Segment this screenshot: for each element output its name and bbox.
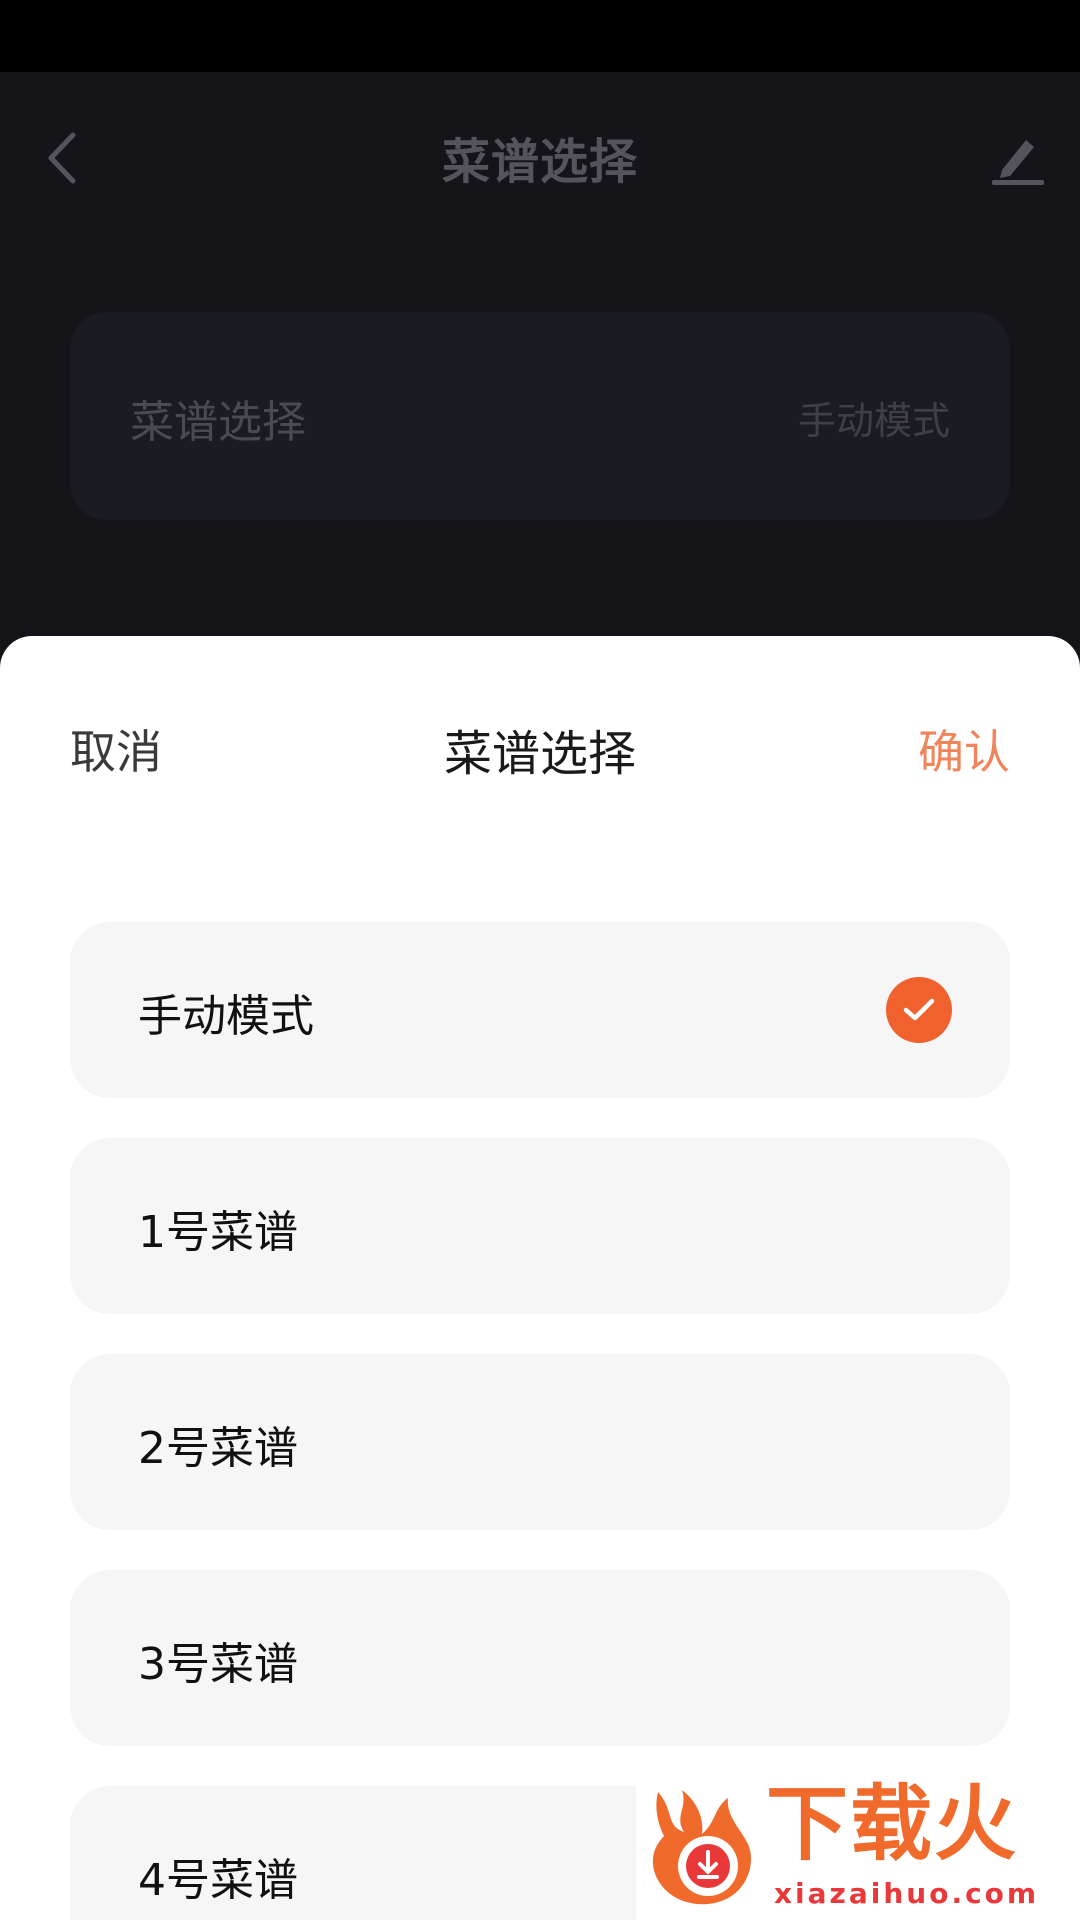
background-page-title: 菜谱选择 [441, 134, 638, 190]
watermark-url: xiazaihuo.com [774, 1877, 1040, 1910]
option-recipe-3[interactable]: 3号菜谱 [70, 1570, 1010, 1746]
sheet-header: 取消 菜谱选择 确认 [0, 636, 1080, 856]
recipe-option-list: 手动模式 1号菜谱 2号菜谱 3号菜谱 4号菜谱 [70, 922, 1010, 1920]
confirm-button[interactable]: 确认 [918, 716, 1010, 782]
checkmark-icon [886, 977, 952, 1043]
option-label: 2号菜谱 [138, 1423, 298, 1474]
background-card-value: 手动模式 [797, 399, 950, 443]
option-label: 1号菜谱 [138, 1207, 298, 1258]
edit-button[interactable] [986, 126, 1050, 190]
status-bar [0, 0, 1080, 72]
screen: 菜谱选择 菜谱选择 手动模式 取消 菜谱选择 确认 手动模式 1号菜谱 2号菜谱… [0, 0, 1080, 1920]
option-label: 3号菜谱 [138, 1639, 298, 1690]
option-label: 4号菜谱 [138, 1855, 298, 1906]
background-header: 菜谱选择 [0, 72, 1080, 242]
pencil-icon [992, 140, 1044, 185]
option-recipe-1[interactable]: 1号菜谱 [70, 1138, 1010, 1314]
background-card-label: 菜谱选择 [130, 397, 306, 448]
watermark: 下载火 xiazaihuo.com [636, 1780, 1080, 1920]
option-recipe-2[interactable]: 2号菜谱 [70, 1354, 1010, 1530]
watermark-brand: 下载火 [766, 1777, 1019, 1872]
option-manual-mode[interactable]: 手动模式 [70, 922, 1010, 1098]
recipe-select-sheet: 取消 菜谱选择 确认 手动模式 1号菜谱 2号菜谱 3号菜谱 4号菜谱 [0, 636, 1080, 1920]
background-recipe-card[interactable]: 菜谱选择 手动模式 [70, 312, 1010, 520]
flame-logo-icon [652, 1790, 751, 1905]
option-label: 手动模式 [138, 991, 314, 1042]
